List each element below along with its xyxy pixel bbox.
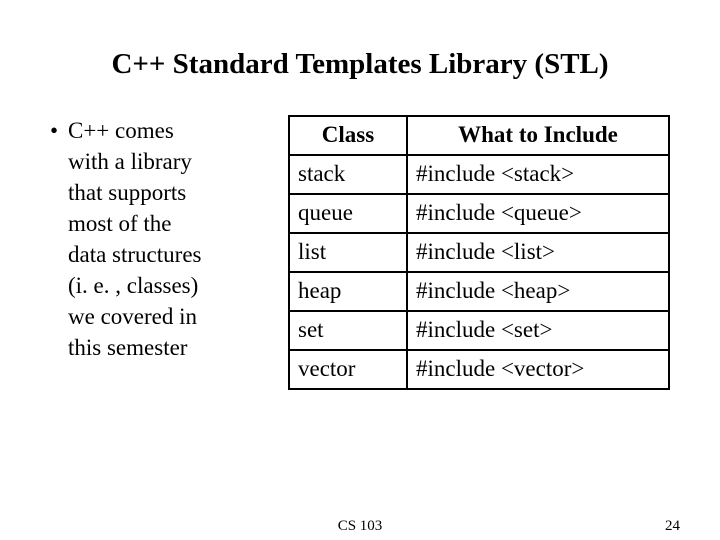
table-row: vector #include <vector> xyxy=(289,350,669,389)
cell-include: #include <heap> xyxy=(407,272,669,311)
cell-include: #include <set> xyxy=(407,311,669,350)
table-row: list #include <list> xyxy=(289,233,669,272)
table-row: queue #include <queue> xyxy=(289,194,669,233)
bullet-line-0: C++ comes xyxy=(68,118,174,143)
course-code: CS 103 xyxy=(338,518,383,535)
bullet-line-4: data structures xyxy=(68,239,278,270)
cell-class: heap xyxy=(289,272,407,311)
bullet-line-7: this semester xyxy=(68,332,278,363)
bullet-text: •C++ comes with a library that supports … xyxy=(50,115,278,390)
page-number: 24 xyxy=(665,518,680,535)
bullet-dot-icon: • xyxy=(50,115,68,146)
header-include: What to Include xyxy=(407,116,669,155)
slide: C++ Standard Templates Library (STL) •C+… xyxy=(0,0,720,540)
bullet-line-5: (i. e. , classes) xyxy=(68,270,278,301)
slide-title: C++ Standard Templates Library (STL) xyxy=(50,48,670,81)
bullet-line-3: most of the xyxy=(68,208,278,239)
header-class: Class xyxy=(289,116,407,155)
content-row: •C++ comes with a library that supports … xyxy=(50,115,670,390)
cell-class: vector xyxy=(289,350,407,389)
cell-include: #include <vector> xyxy=(407,350,669,389)
table-row: set #include <set> xyxy=(289,311,669,350)
cell-class: set xyxy=(289,311,407,350)
cell-include: #include <list> xyxy=(407,233,669,272)
table-row: heap #include <heap> xyxy=(289,272,669,311)
cell-class: list xyxy=(289,233,407,272)
bullet-line-2: that supports xyxy=(68,177,278,208)
cell-class: stack xyxy=(289,155,407,194)
cell-include: #include <queue> xyxy=(407,194,669,233)
stl-table: Class What to Include stack #include <st… xyxy=(288,115,670,390)
bullet-line-6: we covered in xyxy=(68,301,278,332)
table-row: stack #include <stack> xyxy=(289,155,669,194)
bullet-line-1: with a library xyxy=(68,146,278,177)
cell-class: queue xyxy=(289,194,407,233)
table-header-row: Class What to Include xyxy=(289,116,669,155)
cell-include: #include <stack> xyxy=(407,155,669,194)
stl-table-wrapper: Class What to Include stack #include <st… xyxy=(288,115,670,390)
